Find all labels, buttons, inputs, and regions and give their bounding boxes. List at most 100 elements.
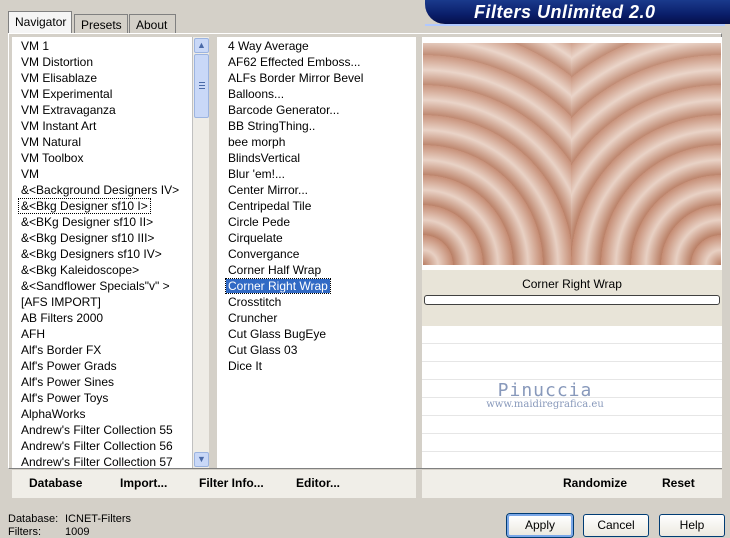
category-item[interactable]: VM: [12, 166, 192, 182]
filter-item[interactable]: Corner Right Wrap: [217, 278, 416, 294]
category-item[interactable]: AB Filters 2000: [12, 310, 192, 326]
filter-item[interactable]: Blur 'em!...: [217, 166, 416, 182]
category-item-label: Alf's Power Sines: [21, 375, 114, 389]
filter-item-label: Balloons...: [228, 87, 285, 101]
category-list[interactable]: VM 1 VM Distortion VM Elisablaze VM Experim…: [12, 37, 192, 468]
apply-button[interactable]: Apply: [507, 514, 573, 537]
category-item[interactable]: VM Extravaganza: [12, 102, 192, 118]
filter-item[interactable]: BlindsVertical: [217, 150, 416, 166]
import-button[interactable]: Import...: [120, 476, 167, 490]
category-item-label: &<Bkg Designer sf10 III>: [21, 231, 155, 245]
category-item[interactable]: &<Bkg Designer sf10 III>: [12, 230, 192, 246]
category-item[interactable]: &<BKg Designer sf10 II>: [12, 214, 192, 230]
category-item-label: VM: [21, 167, 39, 181]
filter-item[interactable]: ALFs Border Mirror Bevel: [217, 70, 416, 86]
category-item-label: &<BKg Designer sf10 II>: [21, 215, 154, 229]
category-item[interactable]: VM 1: [12, 38, 192, 54]
category-item-label: Alf's Power Toys: [21, 391, 109, 405]
scroll-down-button[interactable]: ▼: [194, 452, 209, 467]
filter-item[interactable]: Cut Glass BugEye: [217, 326, 416, 342]
watermark-url: www.maidiregrafica.eu: [486, 399, 604, 410]
filter-list[interactable]: 4 Way Average AF62 Effected Emboss... ALFs…: [217, 37, 416, 468]
category-item[interactable]: &<Bkg Kaleidoscope>: [12, 262, 192, 278]
category-item[interactable]: &<Background Designers IV>: [12, 182, 192, 198]
category-scrollbar[interactable]: ▲ ▼: [192, 37, 209, 468]
category-item[interactable]: Andrew's Filter Collection 57: [12, 454, 192, 468]
category-item-label: Andrew's Filter Collection 55: [21, 423, 173, 437]
database-button[interactable]: Database: [29, 476, 82, 490]
filter-item-label: Barcode Generator...: [228, 103, 340, 117]
category-item[interactable]: Alf's Border FX: [12, 342, 192, 358]
preview-image: [423, 43, 721, 265]
category-item[interactable]: &<Bkg Designers sf10 IV>: [12, 246, 192, 262]
category-item-label: &<Bkg Kaleidoscope>: [21, 263, 140, 277]
filter-item[interactable]: Convergance: [217, 246, 416, 262]
filter-item[interactable]: Centripedal Tile: [217, 198, 416, 214]
filter-item[interactable]: BB StringThing..: [217, 118, 416, 134]
category-item-label: VM Natural: [21, 135, 82, 149]
category-item-label: VM Elisablaze: [21, 71, 98, 85]
cancel-button[interactable]: Cancel: [583, 514, 649, 537]
filter-item[interactable]: Cruncher: [217, 310, 416, 326]
filter-item[interactable]: Circle Pede: [217, 214, 416, 230]
filter-item[interactable]: Barcode Generator...: [217, 102, 416, 118]
category-item[interactable]: &<Bkg Designer sf10 I>: [12, 198, 192, 214]
editor-button[interactable]: Editor...: [296, 476, 340, 490]
category-item-label: &<Background Designers IV>: [21, 183, 180, 197]
category-item[interactable]: &<Sandflower Specials"v" >: [12, 278, 192, 294]
watermark-name: Pinuccia: [497, 380, 593, 401]
tab-about[interactable]: About: [129, 14, 176, 33]
category-item[interactable]: VM Distortion: [12, 54, 192, 70]
category-item-label: AlphaWorks: [21, 407, 86, 421]
tab-presets[interactable]: Presets: [74, 14, 128, 33]
filter-item[interactable]: Cirquelate: [217, 230, 416, 246]
param-row-divider: [422, 415, 722, 416]
category-item[interactable]: VM Toolbox: [12, 150, 192, 166]
app-title: Filters Unlimited 2.0: [474, 2, 656, 22]
filter-item-label: Corner Half Wrap: [228, 263, 322, 277]
param-row-divider: [422, 343, 722, 344]
help-button[interactable]: Help: [659, 514, 725, 537]
category-item[interactable]: Alf's Power Toys: [12, 390, 192, 406]
scroll-up-button[interactable]: ▲: [194, 38, 209, 53]
filter-item-label: AF62 Effected Emboss...: [228, 55, 361, 69]
filter-item-label: Cruncher: [228, 311, 278, 325]
tab-navigator[interactable]: Navigator: [8, 11, 72, 33]
category-item-label: Alf's Power Grads: [21, 359, 117, 373]
filter-item[interactable]: Dice It: [217, 358, 416, 374]
database-label: Database:: [8, 513, 59, 525]
preview-haze: [423, 43, 721, 265]
filter-info-button[interactable]: Filter Info...: [199, 476, 264, 490]
category-item[interactable]: AlphaWorks: [12, 406, 192, 422]
category-item[interactable]: Alf's Power Sines: [12, 374, 192, 390]
filter-item[interactable]: Corner Half Wrap: [217, 262, 416, 278]
scroll-thumb[interactable]: [194, 54, 209, 118]
category-item[interactable]: Alf's Power Grads: [12, 358, 192, 374]
status-info: Database: ICNET-Filters Filters: 1009: [8, 513, 131, 538]
filter-item[interactable]: AF62 Effected Emboss...: [217, 54, 416, 70]
category-item[interactable]: Andrew's Filter Collection 55: [12, 422, 192, 438]
param-row-divider: [422, 451, 722, 452]
category-item[interactable]: VM Experimental: [12, 86, 192, 102]
category-item[interactable]: [AFS IMPORT]: [12, 294, 192, 310]
filter-item[interactable]: bee morph: [217, 134, 416, 150]
category-item[interactable]: Andrew's Filter Collection 56: [12, 438, 192, 454]
randomize-button[interactable]: Randomize: [563, 476, 627, 490]
filter-item[interactable]: 4 Way Average: [217, 38, 416, 54]
param-row-divider: [422, 433, 722, 434]
category-item[interactable]: VM Elisablaze: [12, 70, 192, 86]
filter-item[interactable]: Balloons...: [217, 86, 416, 102]
category-item[interactable]: VM Instant Art: [12, 118, 192, 134]
reset-button[interactable]: Reset: [662, 476, 695, 490]
param-row-divider: [422, 361, 722, 362]
grip-icon: [199, 82, 205, 89]
category-item[interactable]: AFH: [12, 326, 192, 342]
filter-item[interactable]: Crosstitch: [217, 294, 416, 310]
filter-item[interactable]: Cut Glass 03: [217, 342, 416, 358]
filter-item[interactable]: Center Mirror...: [217, 182, 416, 198]
category-item-label: VM Distortion: [21, 55, 94, 69]
category-item-label: &<Bkg Designer sf10 I>: [18, 198, 151, 214]
category-item-label: AFH: [21, 327, 45, 341]
watermark: Pinuccia www.maidiregrafica.eu: [483, 380, 607, 410]
category-item[interactable]: VM Natural: [12, 134, 192, 150]
